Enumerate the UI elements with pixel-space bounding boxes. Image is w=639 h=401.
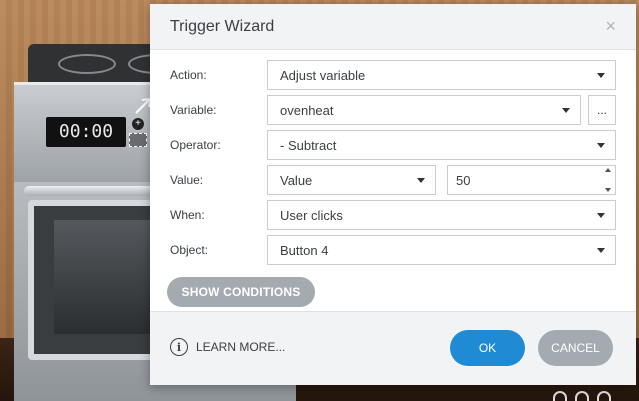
value-label: Value: [170, 173, 204, 187]
value-number-input[interactable]: 50 [447, 165, 616, 195]
ok-button[interactable]: OK [450, 330, 525, 366]
when-select[interactable]: User clicks [267, 200, 616, 230]
chevron-down-icon [597, 248, 605, 253]
selected-button-4[interactable] [129, 133, 147, 147]
action-select[interactable]: Adjust variable [267, 60, 616, 90]
value-type-value: Value [280, 172, 313, 188]
operator-row: Operator: - Subtract [170, 130, 616, 160]
learn-more-label: LEARN MORE... [196, 340, 286, 354]
chevron-down-icon [597, 143, 605, 148]
trigger-wizard-dialog: Trigger Wizard × Action: Adjust variable… [150, 4, 636, 385]
variable-label: Variable: [170, 103, 217, 117]
value-type-select[interactable]: Value [267, 165, 436, 195]
info-icon: i [170, 338, 188, 356]
dialog-title: Trigger Wizard [170, 17, 275, 35]
variable-select[interactable]: ovenheat [267, 95, 581, 125]
operator-select[interactable]: - Subtract [267, 130, 616, 160]
when-row: When: User clicks [170, 200, 616, 230]
dialog-footer: i LEARN MORE... OK CANCEL [150, 311, 636, 385]
action-label: Action: [170, 68, 207, 82]
control-icon[interactable] [597, 391, 611, 401]
action-value: Adjust variable [280, 67, 366, 83]
control-icon[interactable] [575, 391, 589, 401]
chevron-down-icon [597, 73, 605, 78]
number-spinner[interactable] [603, 168, 613, 192]
action-row: Action: Adjust variable [170, 60, 616, 90]
plus-button-icon[interactable]: + [132, 118, 144, 130]
object-label: Object: [170, 243, 209, 257]
operator-value: - Subtract [280, 137, 337, 153]
variable-row: Variable: ovenheat ... [170, 95, 616, 125]
control-icon[interactable] [553, 391, 567, 401]
value-row: Value: Value 50 [170, 165, 616, 195]
operator-label: Operator: [170, 138, 221, 152]
when-label: When: [170, 208, 205, 222]
object-value: Button 4 [280, 242, 329, 258]
variable-value: ovenheat [280, 102, 334, 118]
spin-up-icon[interactable] [605, 168, 611, 172]
learn-more-link[interactable]: i LEARN MORE... [170, 338, 285, 356]
when-value: User clicks [280, 207, 343, 223]
chevron-down-icon [597, 213, 605, 218]
object-select[interactable]: Button 4 [267, 235, 616, 265]
spin-down-icon[interactable] [605, 188, 611, 192]
player-controls [553, 391, 611, 401]
browse-variables-button[interactable]: ... [588, 95, 616, 125]
show-conditions-button[interactable]: SHOW CONDITIONS [167, 277, 315, 307]
value-number: 50 [456, 172, 471, 188]
burner [58, 54, 116, 74]
object-row: Object: Button 4 [170, 235, 616, 265]
chevron-down-icon [562, 108, 570, 113]
chevron-down-icon [417, 178, 425, 183]
dialog-header: Trigger Wizard × [150, 4, 636, 50]
clock-display: 00:00 [46, 117, 126, 147]
close-icon[interactable]: × [605, 17, 616, 35]
cancel-button[interactable]: CANCEL [538, 330, 613, 366]
